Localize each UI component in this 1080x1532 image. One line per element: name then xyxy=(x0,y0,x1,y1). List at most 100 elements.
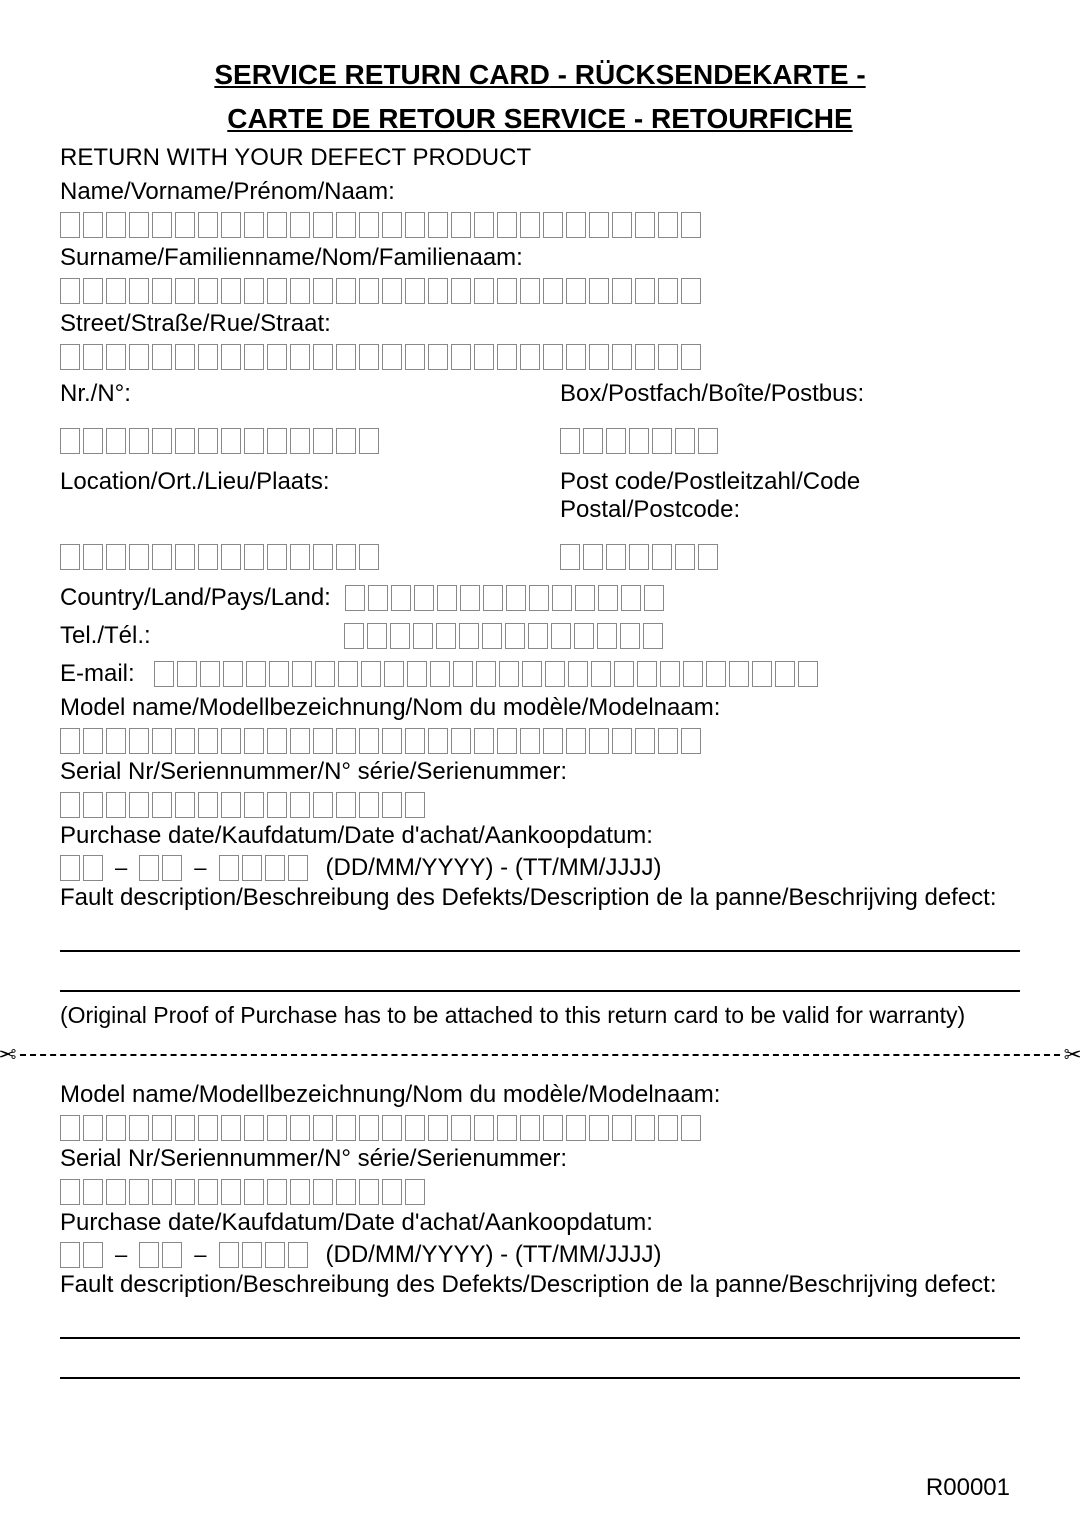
fault-description-line-2[interactable] xyxy=(60,1315,1020,1339)
street-input-boxes[interactable] xyxy=(60,344,1020,370)
char-box[interactable] xyxy=(497,212,517,238)
char-box[interactable] xyxy=(428,1115,448,1141)
char-box[interactable] xyxy=(106,428,126,454)
char-box[interactable] xyxy=(162,855,182,881)
char-box[interactable] xyxy=(568,661,588,687)
char-box[interactable] xyxy=(575,585,595,611)
char-box[interactable] xyxy=(221,792,241,818)
char-box[interactable] xyxy=(200,661,220,687)
char-box[interactable] xyxy=(566,728,586,754)
char-box[interactable] xyxy=(198,728,218,754)
char-box[interactable] xyxy=(267,428,287,454)
char-box[interactable] xyxy=(529,585,549,611)
char-box[interactable] xyxy=(267,344,287,370)
fault-description-line-2[interactable] xyxy=(60,1355,1020,1379)
char-box[interactable] xyxy=(460,585,480,611)
char-box[interactable] xyxy=(635,344,655,370)
char-box[interactable] xyxy=(60,792,80,818)
char-box[interactable] xyxy=(683,661,703,687)
char-box[interactable] xyxy=(83,544,103,570)
purchase-date-month-boxes[interactable] xyxy=(139,855,182,881)
purchase-date-year-boxes[interactable] xyxy=(219,855,308,881)
char-box[interactable] xyxy=(198,1115,218,1141)
char-box[interactable] xyxy=(560,428,580,454)
char-box[interactable] xyxy=(543,278,563,304)
char-box[interactable] xyxy=(198,1179,218,1205)
char-box[interactable] xyxy=(543,1115,563,1141)
char-box[interactable] xyxy=(219,1242,239,1268)
char-box[interactable] xyxy=(635,278,655,304)
char-box[interactable] xyxy=(152,212,172,238)
char-box[interactable] xyxy=(520,212,540,238)
char-box[interactable] xyxy=(483,585,503,611)
char-box[interactable] xyxy=(614,661,634,687)
char-box[interactable] xyxy=(367,623,387,649)
char-box[interactable] xyxy=(198,278,218,304)
char-box[interactable] xyxy=(221,544,241,570)
char-box[interactable] xyxy=(139,1242,159,1268)
char-box[interactable] xyxy=(221,428,241,454)
char-box[interactable] xyxy=(60,1242,80,1268)
char-box[interactable] xyxy=(129,1179,149,1205)
char-box[interactable] xyxy=(221,728,241,754)
char-box[interactable] xyxy=(336,1179,356,1205)
char-box[interactable] xyxy=(129,344,149,370)
char-box[interactable] xyxy=(382,1179,402,1205)
char-box[interactable] xyxy=(681,1115,701,1141)
char-box[interactable] xyxy=(336,792,356,818)
char-box[interactable] xyxy=(437,585,457,611)
char-box[interactable] xyxy=(566,278,586,304)
char-box[interactable] xyxy=(359,278,379,304)
char-box[interactable] xyxy=(629,428,649,454)
char-box[interactable] xyxy=(152,792,172,818)
char-box[interactable] xyxy=(288,1242,308,1268)
char-box[interactable] xyxy=(175,278,195,304)
char-box[interactable] xyxy=(313,428,333,454)
char-box[interactable] xyxy=(175,728,195,754)
char-box[interactable] xyxy=(361,661,381,687)
char-box[interactable] xyxy=(545,661,565,687)
char-box[interactable] xyxy=(83,792,103,818)
char-box[interactable] xyxy=(384,661,404,687)
fault-description-line[interactable] xyxy=(60,928,1020,952)
char-box[interactable] xyxy=(152,1115,172,1141)
char-box[interactable] xyxy=(543,212,563,238)
char-box[interactable] xyxy=(644,585,664,611)
char-box[interactable] xyxy=(675,544,695,570)
char-box[interactable] xyxy=(265,1242,285,1268)
char-box[interactable] xyxy=(313,344,333,370)
char-box[interactable] xyxy=(175,792,195,818)
char-box[interactable] xyxy=(83,428,103,454)
box-input-boxes[interactable] xyxy=(560,428,1020,454)
char-box[interactable] xyxy=(476,661,496,687)
char-box[interactable] xyxy=(428,278,448,304)
char-box[interactable] xyxy=(560,544,580,570)
purchase-date-day-boxes-2[interactable] xyxy=(60,1242,103,1268)
char-box[interactable] xyxy=(359,344,379,370)
country-input-boxes[interactable] xyxy=(345,585,664,611)
char-box[interactable] xyxy=(658,1115,678,1141)
char-box[interactable] xyxy=(106,344,126,370)
char-box[interactable] xyxy=(430,661,450,687)
char-box[interactable] xyxy=(129,544,149,570)
char-box[interactable] xyxy=(606,428,626,454)
char-box[interactable] xyxy=(566,344,586,370)
char-box[interactable] xyxy=(267,792,287,818)
char-box[interactable] xyxy=(336,544,356,570)
char-box[interactable] xyxy=(574,623,594,649)
char-box[interactable] xyxy=(451,278,471,304)
char-box[interactable] xyxy=(505,623,525,649)
char-box[interactable] xyxy=(244,1179,264,1205)
char-box[interactable] xyxy=(336,728,356,754)
char-box[interactable] xyxy=(612,728,632,754)
char-box[interactable] xyxy=(269,661,289,687)
purchase-date-month-boxes-2[interactable] xyxy=(139,1242,182,1268)
char-box[interactable] xyxy=(244,278,264,304)
char-box[interactable] xyxy=(566,212,586,238)
char-box[interactable] xyxy=(620,623,640,649)
char-box[interactable] xyxy=(315,661,335,687)
char-box[interactable] xyxy=(413,623,433,649)
char-box[interactable] xyxy=(382,792,402,818)
nr-input-boxes[interactable] xyxy=(60,428,520,454)
char-box[interactable] xyxy=(267,278,287,304)
